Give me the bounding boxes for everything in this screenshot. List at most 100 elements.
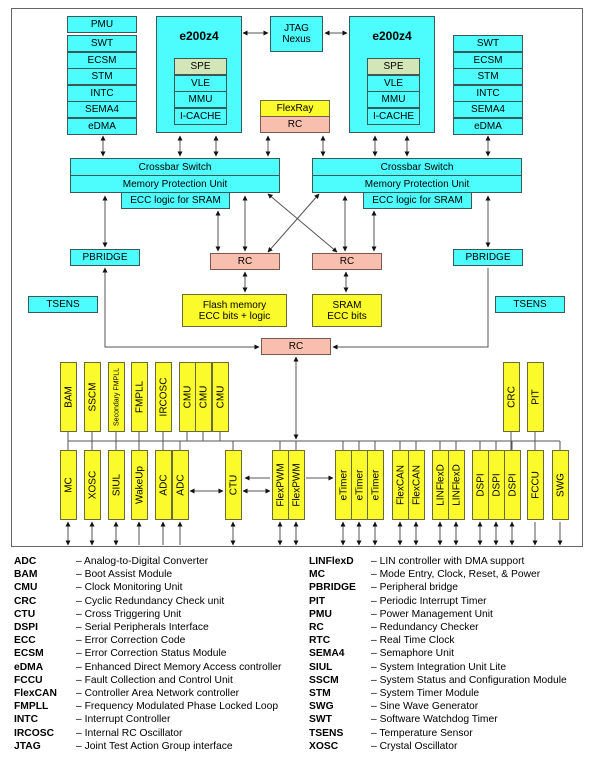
legend-abbr: eDMA [14, 661, 44, 673]
periph-top-label: CMU [182, 385, 193, 409]
legend-row-swt: SWT – Software Watchdog Timer [309, 713, 567, 726]
legend-abbr: STM [309, 688, 331, 700]
legend-row-linflexd: LINFlexD – LIN controller with DMA suppor… [309, 555, 567, 568]
left-stack-swt[interactable]: SWT [67, 35, 137, 52]
periph-bottom-adc-4[interactable]: ADC [155, 450, 172, 520]
periph-bottom-ctu-6[interactable]: CTU [225, 450, 242, 520]
left-stack-pmu[interactable]: PMU [67, 16, 137, 33]
tsens-right[interactable]: TSENS [495, 296, 565, 313]
right-stack-sema4[interactable]: SEMA4 [453, 101, 523, 118]
flexray[interactable]: FlexRay [260, 100, 330, 117]
legend-row-dspi: DSPI – Serial Peripherals Interface [14, 621, 281, 634]
legend-row-jtag: JTAG – Joint Test Action Group interface [14, 740, 281, 753]
periph-bottom-etimer-11[interactable]: eTimer [367, 450, 384, 520]
periph-bottom-mc-0[interactable]: MC [60, 450, 77, 520]
legend-row-cmu: CMU – Clock Monitoring Unit [14, 581, 281, 594]
periph-top-cmu-5[interactable]: CMU [179, 362, 196, 432]
periph-bottom-flexpwm-7[interactable]: FlexPWM [272, 450, 289, 520]
rc-peripheral[interactable]: RC [261, 338, 331, 355]
periph-bottom-label: XOSC [87, 470, 98, 500]
periph-bottom-flexcan-13[interactable]: FlexCAN [408, 450, 425, 520]
mpu-right[interactable]: Memory Protection Unit [312, 175, 522, 193]
periph-top-ircosc-4[interactable]: IRCOSC [155, 362, 172, 432]
left-stack-ecsm[interactable]: ECSM [67, 51, 137, 69]
legend-abbr: BAM [14, 569, 38, 581]
tsens-left[interactable]: TSENS [28, 296, 98, 313]
legend-row-pit: PIT – Periodic Interrupt Timer [309, 595, 567, 608]
legend-abbr: RTC [309, 635, 331, 647]
periph-bottom-flexpwm-8[interactable]: FlexPWM [288, 450, 305, 520]
left-stack-intc[interactable]: INTC [67, 84, 137, 102]
flash-memory[interactable]: Flash memory ECC bits + logic [182, 294, 287, 327]
periph-bottom-adc-5[interactable]: ADC [172, 450, 189, 520]
periph-bottom-swg-20[interactable]: SWG [552, 450, 569, 520]
periph-bottom-label: DSPI [475, 473, 486, 497]
core-left-i-cache[interactable]: I-CACHE [174, 107, 227, 125]
ecc-logic-sram-right[interactable]: ECC logic for SRAM [363, 192, 472, 209]
periph-top-cmu-6[interactable]: CMU [195, 362, 212, 432]
periph-top-cmu-7[interactable]: CMU [212, 362, 229, 432]
periph-bottom-dspi-18[interactable]: DSPI [504, 450, 521, 520]
right-stack-swt[interactable]: SWT [453, 35, 523, 52]
periph-top-fmpll-3[interactable]: FMPLL [131, 362, 148, 432]
pbridge-left[interactable]: PBRIDGE [70, 249, 140, 266]
ecc-logic-sram-left[interactable]: ECC logic for SRAM [121, 192, 230, 209]
periph-top-bam-0[interactable]: BAM [60, 362, 77, 432]
periph-bottom-flexcan-12[interactable]: FlexCAN [392, 450, 409, 520]
periph-bottom-etimer-9[interactable]: eTimer [335, 450, 352, 520]
right-stack-intc[interactable]: INTC [453, 84, 523, 102]
periph-bottom-wakeup-3[interactable]: WakeUp [131, 450, 148, 520]
legend-desc: – Power Management Unit [371, 608, 493, 620]
right-stack-ecsm[interactable]: ECSM [453, 51, 523, 69]
legend-desc: – Redundancy Checker [371, 622, 479, 634]
jtag-nexus[interactable]: JTAG Nexus [270, 16, 323, 52]
core-right-mmu[interactable]: MMU [367, 91, 420, 108]
periph-bottom-xosc-1[interactable]: XOSC [84, 450, 101, 520]
legend-right-column: LINFlexD – LIN controller with DMA suppor… [309, 555, 567, 753]
legend-desc: – Crystal Oscillator [371, 740, 458, 752]
legend-desc: – Semaphore Unit [371, 648, 454, 660]
legend-abbr: FMPLL [14, 701, 49, 713]
rc-flash[interactable]: RC [210, 253, 280, 270]
periph-bottom-siul-2[interactable]: SIUL [108, 450, 125, 520]
periph-bottom-linflexd-14[interactable]: LINFlexD [432, 450, 449, 520]
periph-top-secondary-fmpll-2[interactable]: Secondary FMPLL [108, 362, 125, 432]
periph-bottom-label: ADC [158, 474, 169, 496]
periph-bottom-linflexd-15[interactable]: LINFlexD [448, 450, 465, 520]
core-left-spe[interactable]: SPE [174, 58, 227, 75]
core-right-spe[interactable]: SPE [367, 58, 420, 75]
periph-bottom-fccu-19[interactable]: FCCU [527, 450, 544, 520]
legend-abbr: SIUL [309, 661, 333, 673]
legend-row-swg: SWG – Sine Wave Generator [309, 700, 567, 713]
core-left-vle[interactable]: VLE [174, 74, 227, 92]
pbridge-right[interactable]: PBRIDGE [453, 249, 523, 266]
core-left[interactable]: e200z4 SPE VLE MMU I-CACHE [156, 16, 242, 133]
periph-top-crc-8[interactable]: CRC [503, 362, 520, 432]
crossbar-switch-right[interactable]: Crossbar Switch [312, 158, 522, 176]
left-stack-sema4[interactable]: SEMA4 [67, 101, 137, 118]
crossbar-switch-left[interactable]: Crossbar Switch [70, 158, 280, 176]
periph-bottom-label: MC [63, 477, 74, 493]
sram[interactable]: SRAM ECC bits [312, 294, 382, 327]
left-stack-stm[interactable]: STM [67, 68, 137, 85]
core-right-vle[interactable]: VLE [367, 74, 420, 92]
periph-top-sscm-1[interactable]: SSCM [84, 362, 101, 432]
core-right[interactable]: e200z4 SPE VLE MMU I-CACHE [349, 16, 435, 133]
periph-bottom-etimer-10[interactable]: eTimer [351, 450, 368, 520]
legend-row-ecc: ECC – Error Correction Code [14, 634, 281, 647]
mpu-left[interactable]: Memory Protection Unit [70, 175, 280, 193]
periph-bottom-dspi-16[interactable]: DSPI [472, 450, 489, 520]
legend-row-sema4: SEMA4 – Semaphore Unit [309, 647, 567, 660]
flexray-rc[interactable]: RC [260, 116, 330, 133]
legend-desc: – Fault Collection and Control Unit [76, 674, 233, 686]
core-left-title: e200z4 [179, 29, 219, 43]
core-left-mmu[interactable]: MMU [174, 91, 227, 108]
left-stack-edma[interactable]: eDMA [67, 117, 137, 135]
rc-sram[interactable]: RC [312, 253, 382, 270]
periph-top-pit-9[interactable]: PIT [527, 362, 544, 432]
core-right-i-cache[interactable]: I-CACHE [367, 107, 420, 125]
periph-bottom-dspi-17[interactable]: DSPI [488, 450, 505, 520]
right-stack-stm[interactable]: STM [453, 68, 523, 85]
legend-row-adc: ADC – Analog-to-Digital Converter [14, 555, 281, 568]
right-stack-edma[interactable]: eDMA [453, 117, 523, 135]
